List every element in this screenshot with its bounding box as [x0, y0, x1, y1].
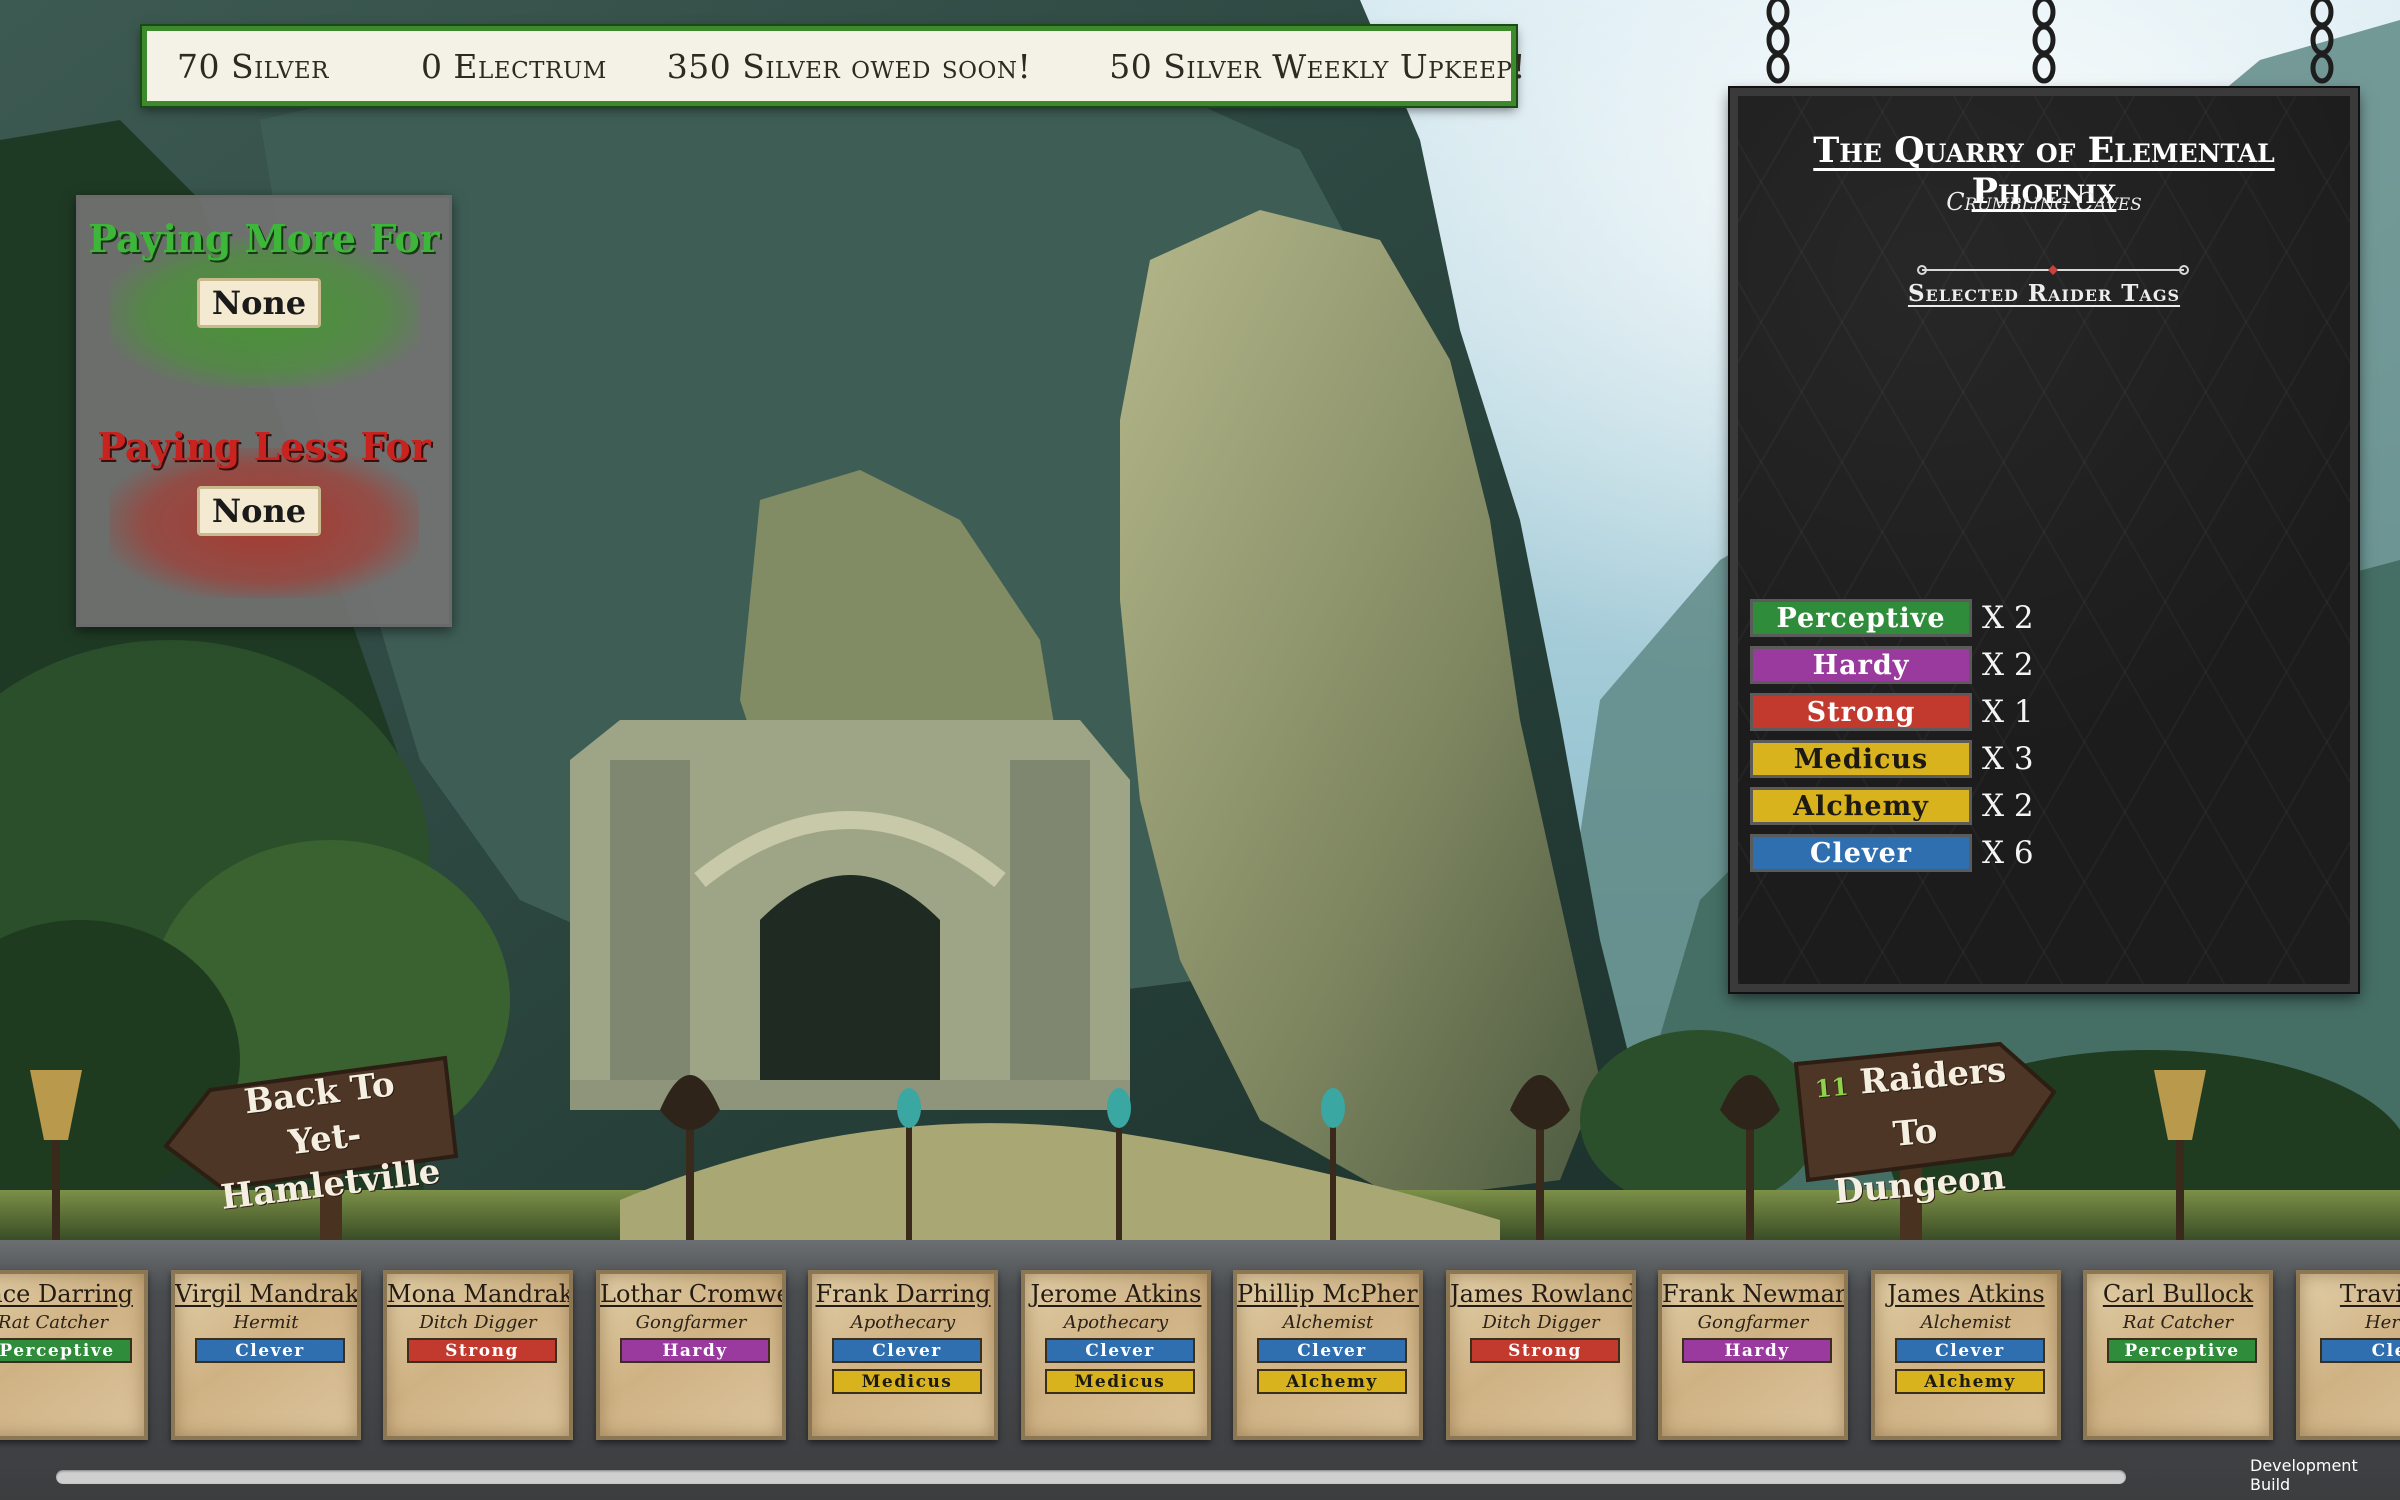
raider-job: Rat Catcher: [2122, 1312, 2234, 1333]
raider-tag: Medicus: [832, 1369, 982, 1394]
raider-job: Hermit: [233, 1312, 299, 1333]
raider-name: James Atkins: [1887, 1280, 2045, 1308]
raider-tag: Alchemy: [1895, 1369, 2045, 1394]
paying-less-heading: Paying Less For: [97, 424, 431, 469]
hanging-chain-center: [2032, 0, 2056, 84]
selected-tag-row: Hardy X 2: [1750, 645, 2034, 685]
send-raiders-sign[interactable]: 11 Raiders To Dungeon: [1790, 1030, 2060, 1240]
selected-tag-row: Medicus X 3: [1750, 739, 2034, 779]
selected-tag-row: Perceptive X 2: [1750, 598, 2034, 638]
back-to-town-sign[interactable]: Back To Yet-Hamletville: [160, 1030, 460, 1240]
paying-more-value: None: [197, 278, 321, 328]
raider-job: Ditch Digger: [1482, 1312, 1600, 1333]
raider-name: Phillip McPherson: [1237, 1280, 1419, 1308]
raider-job: Rat Catcher: [0, 1312, 109, 1333]
raider-card[interactable]: James Rowland Ditch Digger Strong: [1446, 1270, 1636, 1440]
weekly-upkeep: 50 Silver Weekly Upkeep!: [1109, 46, 1527, 86]
selected-tag-count: X 3: [1982, 741, 2034, 777]
raider-name: Jerome Atkins: [1030, 1280, 1202, 1308]
raider-tag: Alchemy: [1257, 1369, 1407, 1394]
raider-tag: Hardy: [620, 1338, 770, 1363]
raider-card[interactable]: Mona Mandrake Ditch Digger Strong: [383, 1270, 573, 1440]
ornamental-divider: [1917, 265, 2189, 275]
raiders-count: 11: [1813, 1071, 1850, 1104]
stone-temple-gate: [570, 720, 1130, 1110]
raider-card[interactable]: Phillip McPherson Alchemist Clever Alchemy: [1233, 1270, 1423, 1440]
selected-tag-count: X 6: [1982, 835, 2034, 871]
raider-job: Apothecary: [1063, 1312, 1169, 1333]
dungeon-subtitle: Crumbling Caves: [1946, 188, 2142, 216]
raider-card[interactable]: Frank Newman Gongfarmer Hardy: [1658, 1270, 1848, 1440]
resource-bar: 70 Silver 0 Electrum 350 Silver owed soo…: [142, 26, 1526, 106]
raider-card[interactable]: Travis D Herm Clev: [2296, 1270, 2400, 1440]
raider-job: Alchemist: [1282, 1312, 1374, 1333]
raider-tag: Clever: [1895, 1338, 2045, 1363]
raider-tag: Clever: [195, 1338, 345, 1363]
raider-tag: Hardy: [1682, 1338, 1832, 1363]
raider-job: Herm: [2364, 1312, 2400, 1333]
raider-card[interactable]: Carl Bullock Rat Catcher Perceptive: [2083, 1270, 2273, 1440]
raider-card[interactable]: Frank Darring Apothecary Clever Medicus: [808, 1270, 998, 1440]
raider-name: Frank Newman: [1662, 1280, 1848, 1308]
selected-tag-label: Medicus: [1750, 740, 1972, 778]
silver-amount: 70 Silver: [177, 46, 329, 86]
raider-card[interactable]: Jerome Atkins Apothecary Clever Medicus: [1021, 1270, 1211, 1440]
market-preferences-panel: Paying More For None Paying Less For Non…: [76, 195, 452, 627]
raider-card[interactable]: James Atkins Alchemist Clever Alchemy: [1871, 1270, 2061, 1440]
raider-tag: Strong: [407, 1338, 557, 1363]
raider-tag: Clev: [2320, 1338, 2400, 1363]
raider-name: Mona Mandrake: [387, 1280, 573, 1308]
raider-tag: Strong: [1470, 1338, 1620, 1363]
raider-job: Ditch Digger: [419, 1312, 537, 1333]
selected-tag-label: Clever: [1750, 834, 1972, 872]
selected-tag-row: Strong X 1: [1750, 692, 2034, 732]
raider-tag: Perceptive: [0, 1338, 132, 1363]
selected-tag-label: Strong: [1750, 693, 1972, 731]
raider-name: James Rowland: [1450, 1280, 1636, 1308]
raider-name: Travis D: [2339, 1280, 2400, 1308]
raider-card[interactable]: ence Darring Rat Catcher Perceptive: [0, 1270, 148, 1440]
hanging-chain-left: [1766, 0, 1790, 84]
selected-tag-row: Clever X 6: [1750, 833, 2034, 873]
raider-tag: Clever: [1257, 1338, 1407, 1363]
raider-name: Virgil Mandrake: [175, 1280, 361, 1308]
raider-job: Alchemist: [1920, 1312, 2012, 1333]
raider-tag: Medicus: [1045, 1369, 1195, 1394]
hanging-chain-right: [2310, 0, 2334, 84]
electrum-amount: 0 Electrum: [420, 46, 607, 86]
raiders-sign-line1: Raiders To: [1858, 1049, 2008, 1155]
selected-tag-label: Alchemy: [1750, 787, 1972, 825]
paying-more-heading: Paying More For: [88, 216, 440, 261]
raider-job: Gongfarmer: [635, 1312, 747, 1333]
raider-name: Frank Darring: [815, 1280, 991, 1308]
raider-name: ence Darring: [0, 1280, 133, 1308]
raider-tag: Clever: [1045, 1338, 1195, 1363]
silver-owed-warning: 350 Silver owed soon!: [666, 46, 1032, 86]
paying-less-value: None: [197, 486, 321, 536]
raider-name: Carl Bullock: [2102, 1280, 2254, 1308]
selected-tag-count: X 1: [1982, 694, 2034, 730]
raider-job: Gongfarmer: [1697, 1312, 1809, 1333]
selected-tag-count: X 2: [1982, 600, 2034, 636]
development-build-label: Development Build: [2250, 1456, 2358, 1494]
selected-tag-row: Alchemy X 2: [1750, 786, 2034, 826]
raider-tag: Clever: [832, 1338, 982, 1363]
selected-tag-count: X 2: [1982, 788, 2034, 824]
raider-job: Apothecary: [850, 1312, 956, 1333]
raider-name: Lothar Cromwell: [600, 1280, 786, 1308]
selected-tags-heading: Selected Raider Tags: [1907, 280, 2181, 307]
dungeon-info-panel: The Quarry of Elemental Phoenix Crumblin…: [1730, 88, 2358, 992]
raider-card[interactable]: Lothar Cromwell Gongfarmer Hardy: [596, 1270, 786, 1440]
selected-tag-label: Hardy: [1750, 646, 1972, 684]
raider-tag: Perceptive: [2107, 1338, 2257, 1363]
selected-tag-label: Perceptive: [1750, 599, 1972, 637]
selected-tag-count: X 2: [1982, 647, 2034, 683]
roster-scrollbar[interactable]: [56, 1470, 2126, 1484]
raider-card[interactable]: Virgil Mandrake Hermit Clever: [171, 1270, 361, 1440]
